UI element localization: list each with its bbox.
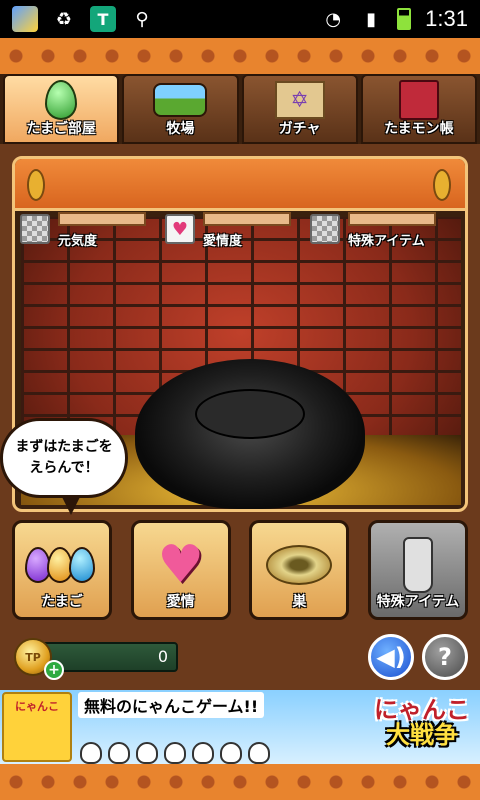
tab-bar: たまご部屋 牧場 ✡ ガチャ たまモン帳: [0, 74, 480, 144]
special-item-bar: [348, 212, 436, 226]
nest-button[interactable]: 巣: [249, 520, 350, 620]
decorative-band-top: [0, 38, 480, 74]
decorative-egg-icon: [433, 169, 451, 201]
signal-icon: ▮: [366, 8, 377, 30]
recycle-icon: ♻: [55, 8, 73, 30]
nest-hollow: [195, 389, 305, 439]
book-icon: [398, 80, 439, 120]
add-coins-button[interactable]: +: [44, 660, 64, 680]
ad-banner[interactable]: にゃんこ 無料のにゃんこゲーム!! にゃんこ 大戦争: [0, 690, 480, 764]
cat-icon: [248, 742, 270, 764]
affection-button[interactable]: ♥ 愛情: [130, 520, 231, 620]
ad-headline: 無料のにゃんこゲーム!!: [78, 692, 265, 718]
stat-energy: 元気度: [20, 212, 160, 252]
cat-icon: [164, 742, 186, 764]
tab-gacha[interactable]: ✡ ガチャ: [241, 74, 358, 144]
app-icon: [12, 6, 38, 32]
speaker-icon: ◀): [376, 643, 406, 671]
status-bar: ♻ T ⚲ ◔ ▮ 1:31: [0, 0, 480, 38]
stat-affection: ♥ 愛情度: [165, 212, 305, 252]
decorative-band-bottom: [0, 764, 480, 800]
stat-special-item: 特殊アイテム: [310, 212, 450, 252]
cat-icon: [80, 742, 102, 764]
tab-label: たまご部屋: [26, 121, 96, 137]
hearts-icon: ♥: [157, 535, 204, 595]
cat-icon: [108, 742, 130, 764]
egg-nest-icon: [45, 80, 78, 120]
room-title-bar: [15, 159, 465, 211]
cat-icon: [192, 742, 214, 764]
cat-icon: [136, 742, 158, 764]
decorative-egg-icon: [27, 169, 45, 201]
speech-bubble: まずはたまごを えらんで！: [0, 418, 128, 515]
empty-slot-icon: [20, 214, 50, 244]
stat-label: 元気度: [58, 234, 98, 249]
coin-balance: 0 TP +: [14, 638, 178, 680]
clock: 1:31: [425, 6, 468, 31]
shield-icon: T: [90, 6, 116, 32]
ad-title-line-2: 大戦争: [386, 721, 458, 750]
tab-label: 牧場: [166, 121, 195, 137]
nest-icon: [264, 535, 334, 595]
stat-label: 愛情度: [203, 234, 243, 249]
speech-line-2: えらんで！: [29, 460, 99, 476]
stat-label: 特殊アイテム: [348, 234, 425, 249]
special-item-button[interactable]: 特殊アイテム: [367, 520, 468, 620]
ad-logo: にゃんこ: [2, 692, 72, 762]
tab-farm[interactable]: 牧場: [122, 74, 239, 144]
empty-slot-icon: [310, 214, 340, 244]
help-button[interactable]: ?: [422, 634, 468, 680]
gacha-scroll-icon: ✡: [274, 81, 325, 119]
cat-icon: [220, 742, 242, 764]
tab-egg-room[interactable]: たまご部屋: [3, 74, 120, 144]
usb-icon: ⚲: [135, 8, 149, 30]
ad-title-line-1: にゃんこ: [374, 696, 470, 724]
speech-line-1: まずはたまごを: [15, 439, 113, 455]
ad-cats-illustration: [80, 724, 310, 764]
affection-bar: [203, 212, 291, 226]
sound-button[interactable]: ◀): [368, 634, 414, 680]
eggs-icon: [25, 535, 97, 595]
stats-row: 元気度 ♥ 愛情度 特殊アイテム: [20, 212, 450, 252]
ad-title: にゃんこ 大戦争: [374, 696, 470, 750]
tab-label: たまモン帳: [384, 121, 454, 137]
action-buttons: たまご ♥ 愛情 巣 特殊アイテム: [12, 520, 468, 620]
farm-icon: [153, 83, 208, 117]
tab-monster-book[interactable]: たまモン帳: [360, 74, 477, 144]
wifi-icon: ◔: [325, 8, 342, 30]
bottle-icon: [383, 535, 453, 595]
energy-bar: [58, 212, 146, 226]
battery-icon: [397, 8, 412, 30]
heart-flower-icon: ♥: [165, 214, 195, 244]
tab-label: ガチャ: [278, 121, 321, 137]
nest[interactable]: [135, 359, 365, 509]
egg-button[interactable]: たまご: [12, 520, 112, 620]
